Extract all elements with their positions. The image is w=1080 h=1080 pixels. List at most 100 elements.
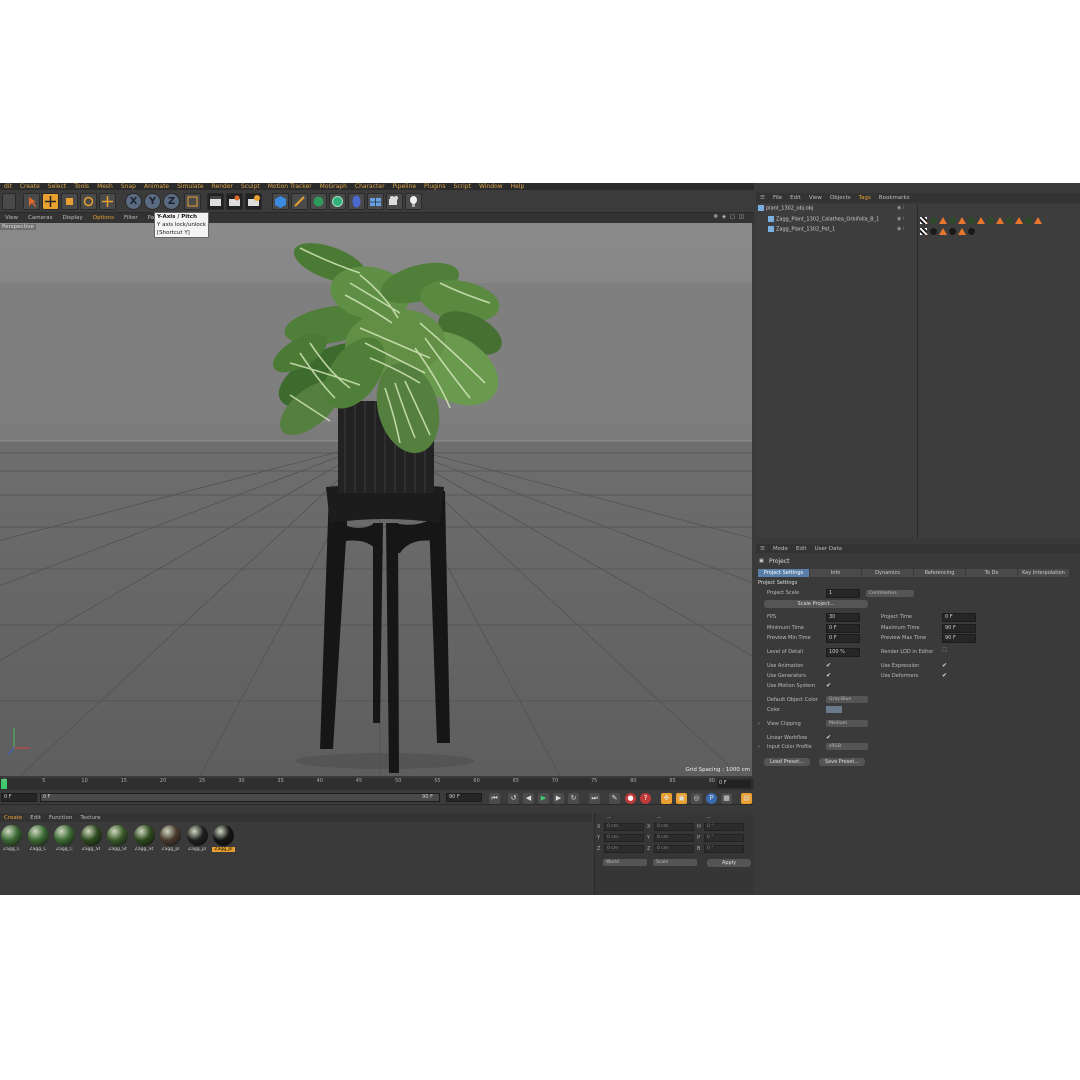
play-icon[interactable]: ▶ [538,793,549,804]
menu-item[interactable]: Window [475,183,507,190]
phong-tag-icon[interactable] [1034,217,1042,224]
menu-item[interactable]: Script [450,183,475,190]
rotation-key-icon[interactable]: ◎ [691,793,702,804]
menu-item[interactable]: Select [44,183,71,190]
coord-value-field[interactable]: 0 cm [604,845,644,853]
viewport-nav-icons[interactable]: ✥ ◈ ▢ ◫ [709,214,750,220]
material-swatch[interactable]: Zagg_St [80,825,103,852]
viewport-menu-item[interactable]: Options [88,215,119,221]
minimum-time-field[interactable]: 0 F [826,624,860,633]
live-selection-icon[interactable] [99,193,116,210]
next-key-icon[interactable]: ↻ [568,793,579,804]
material-menu-item[interactable]: Create [0,815,26,821]
previous-frame-icon[interactable]: ◀ [523,793,534,804]
menu-item[interactable]: Character [351,183,389,190]
attribute-tab[interactable]: Referencing [914,569,965,577]
load-preset-button[interactable]: Load Preset... [764,758,810,766]
use-expression-checkbox[interactable]: ✔ [942,662,947,669]
object-menu-item[interactable]: Objects [826,195,855,201]
coord-value-field[interactable]: 0 cm [654,823,694,831]
keyframe-selection-icon[interactable]: ? [640,793,651,804]
material-tag-icon[interactable] [949,217,956,224]
coord-value-field[interactable]: 0 cm [654,834,694,842]
attribute-tab[interactable]: Project Settings [758,569,809,577]
scale-tool-icon[interactable] [61,193,78,210]
viewport-menu-item[interactable]: View [0,215,23,221]
material-menu-item[interactable]: Edit [26,815,45,821]
coordinate-system-icon[interactable] [184,193,201,210]
object-row[interactable]: Zagg_Plant_1302_Calathea_Orbifolia_B_1 [768,215,879,226]
scale-dropdown[interactable]: Scale [653,859,697,866]
material-tag-icon[interactable] [949,227,956,235]
panel-menu-icon[interactable]: ☰ [756,546,769,552]
object-row[interactable]: Zagg_Plant_1302_Pot_1 [768,226,835,236]
phong-tag-icon[interactable] [977,217,985,224]
camera-icon[interactable] [386,193,403,210]
record-keys-icon[interactable]: ✎ [609,793,620,804]
floor-scene-icon[interactable] [367,193,384,210]
apply-button[interactable]: Apply [707,859,751,867]
input-profile-expand-icon[interactable]: › [758,744,760,750]
viewport-menu-item[interactable]: Filter [119,215,143,221]
object-row[interactable]: plant_1302_obj.obj [758,205,813,215]
cube-object-icon[interactable] [272,193,289,210]
cloner-icon[interactable] [329,193,346,210]
timeline-window-icon[interactable]: ▤ [741,793,752,804]
menu-item[interactable]: Help [507,183,529,190]
rotate-tool-icon[interactable] [80,193,97,210]
render-view-icon[interactable] [207,193,224,210]
phong-tag-icon[interactable] [939,217,947,224]
level-of-detail-field[interactable]: 100 % [826,648,860,657]
input-color-profile-dropdown[interactable]: sRGB [826,743,868,750]
coord-value-field[interactable]: 0 ° [704,823,744,831]
menu-item[interactable]: Render [208,183,237,190]
default-object-color-dropdown[interactable]: Gray-Blue [826,696,868,703]
menu-item[interactable]: Snap [117,183,140,190]
material-swatch[interactable]: Zagg_C [27,825,50,852]
view-clipping-expand-icon[interactable]: › [758,721,760,727]
phong-tag-icon[interactable] [996,217,1004,224]
material-tag-icon[interactable] [968,217,975,224]
attribute-tab[interactable]: To Do [966,569,1017,577]
material-tag-icon[interactable] [987,217,994,224]
scale-project-button[interactable]: Scale Project... [764,600,868,608]
viewport-menu-item[interactable]: Cameras [23,215,57,221]
object-menu-item[interactable]: Edit [786,195,805,201]
maximum-time-field[interactable]: 90 F [942,624,976,633]
go-to-end-icon[interactable]: ⏭ [589,793,600,804]
phong-tag-icon[interactable] [1015,217,1023,224]
project-time-field[interactable]: 0 F [942,613,976,622]
uvw-tag-icon[interactable] [920,227,927,235]
material-swatch[interactable]: Zagg_St [106,825,129,852]
material-tag-icon[interactable] [930,217,937,224]
coord-value-field[interactable]: 0 ° [704,845,744,853]
use-deformers-checkbox[interactable]: ✔ [942,672,947,679]
next-frame-icon[interactable]: ▶ [553,793,564,804]
attribute-menu-item[interactable]: User Data [811,546,846,552]
viewport-menu-item[interactable]: Display [58,215,88,221]
max-frame-field[interactable]: 90 F [446,793,482,802]
menu-item[interactable]: Pipeline [389,183,420,190]
panel-menu-icon[interactable]: ☰ [756,195,769,201]
material-swatch[interactable]: Zagg_C [0,825,23,852]
light-icon[interactable] [405,193,422,210]
material-swatch[interactable]: Zagg_pl [159,825,182,852]
object-menu-item[interactable]: Tags [855,195,875,201]
menu-item[interactable]: Create [16,183,44,190]
end-frame-field[interactable]: 0 F [717,780,751,788]
parameter-key-icon[interactable]: P [706,793,717,804]
view-clipping-dropdown[interactable]: Medium [826,720,868,727]
render-settings-icon[interactable] [245,193,262,210]
attribute-tab[interactable]: Dynamics [862,569,913,577]
coord-value-field[interactable]: 0 cm [604,834,644,842]
subdivision-surface-icon[interactable] [310,193,327,210]
timeline-ruler[interactable]: 0 5 10 15 20 25 30 35 40 45 50 55 60 65 70 75 80 85 90 0 F [0,778,754,790]
position-key-icon[interactable]: ✥ [661,793,672,804]
world-dropdown[interactable]: World [603,859,647,866]
menu-item[interactable]: Mesh [93,183,117,190]
scale-key-icon[interactable]: ▣ [676,793,687,804]
material-swatch[interactable]: Zagg_pl [186,825,209,852]
object-menu-item[interactable]: File [769,195,786,201]
pen-spline-icon[interactable] [291,193,308,210]
undo-button[interactable] [2,193,16,210]
